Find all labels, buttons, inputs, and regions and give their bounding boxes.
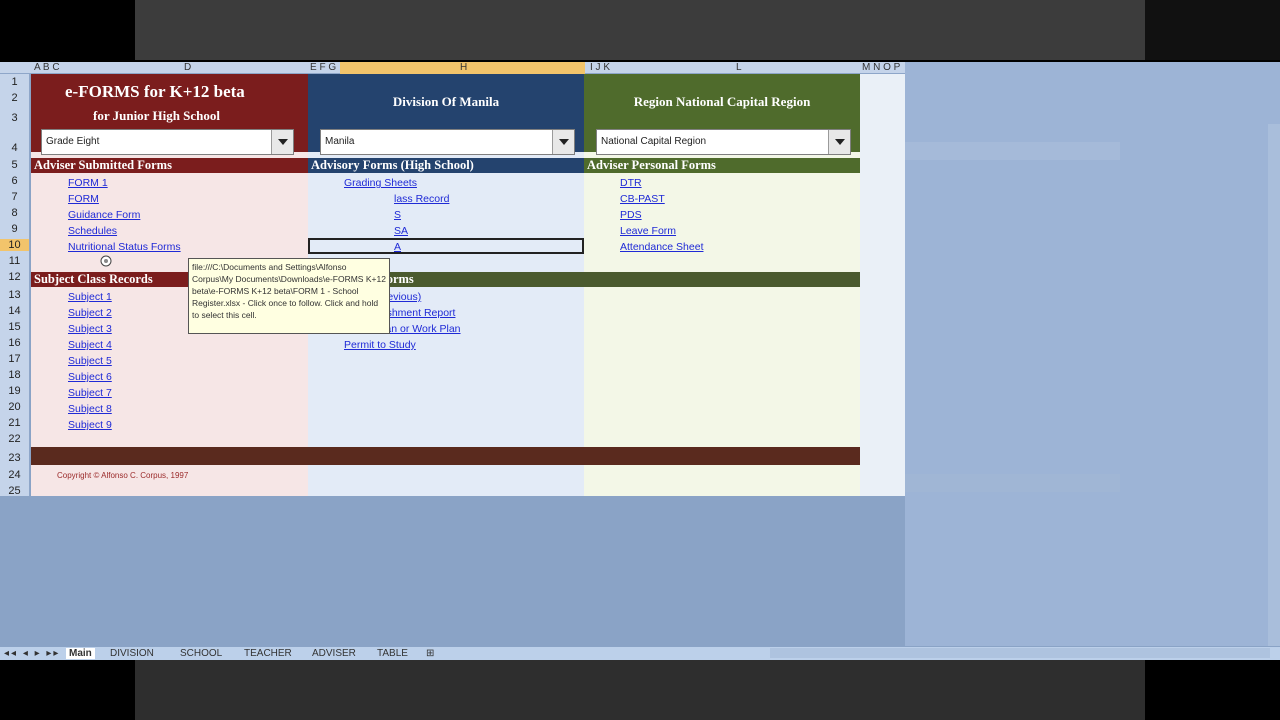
row-label[interactable]: 24	[0, 469, 29, 481]
link-subject-8[interactable]: Subject 8	[68, 403, 112, 415]
tab-teacher[interactable]: TEACHER	[244, 648, 292, 659]
link-subject-1[interactable]: Subject 1	[68, 291, 112, 303]
section-adviser-personal: Adviser Personal Forms	[584, 158, 860, 173]
background-corner	[1145, 0, 1280, 60]
row-label[interactable]: 3	[0, 112, 29, 124]
tab-adviser[interactable]: ADVISER	[312, 648, 356, 659]
row-label[interactable]: 7	[0, 191, 29, 203]
col-label[interactable]: D	[184, 62, 191, 74]
grade-select[interactable]: Grade Eight	[41, 129, 294, 155]
link-pds[interactable]: PDS	[620, 209, 642, 221]
link-subject-9[interactable]: Subject 9	[68, 419, 112, 431]
link-advisory-4[interactable]: SA	[394, 225, 408, 237]
link-form-1[interactable]: FORM 1	[68, 177, 108, 189]
row-label[interactable]: 21	[0, 417, 29, 429]
link-subject-5[interactable]: Subject 5	[68, 355, 112, 367]
link-subject-4[interactable]: Subject 4	[68, 339, 112, 351]
row-label[interactable]: 18	[0, 369, 29, 381]
column-header: A B C D E F G H I J K L M N O P	[0, 62, 905, 74]
row-label[interactable]: 12	[0, 271, 29, 283]
link-cb-past[interactable]: CB-PAST	[620, 193, 665, 205]
vertical-scrollbar[interactable]	[1268, 124, 1280, 660]
eforms-panel: e-FORMS for K+12 beta for Junior High Sc…	[31, 74, 905, 496]
section-adviser-submitted: Adviser Submitted Forms	[31, 158, 308, 173]
background-taskbar	[135, 660, 1145, 720]
row-label[interactable]: 13	[0, 289, 29, 301]
link-attendance-sheet[interactable]: Attendance Sheet	[620, 241, 703, 253]
link-guidance-form[interactable]: Guidance Form	[68, 209, 140, 221]
link-schedules[interactable]: Schedules	[68, 225, 117, 237]
tab-table[interactable]: TABLE	[377, 648, 408, 659]
row-label[interactable]: 22	[0, 433, 29, 445]
chevron-down-icon[interactable]	[828, 130, 850, 154]
hand-cursor-icon	[100, 255, 112, 267]
app-subtitle: for Junior High School	[93, 108, 221, 123]
division-select[interactable]: Manila	[320, 129, 575, 155]
link-nutritional-status[interactable]: Nutritional Status Forms	[68, 241, 181, 253]
row-label[interactable]: 23	[0, 452, 29, 464]
row-label[interactable]: 15	[0, 321, 29, 333]
tab-school[interactable]: SCHOOL	[180, 648, 222, 659]
section-advisory: Advisory Forms (High School)	[308, 158, 584, 173]
link-grading-sheets[interactable]: Grading Sheets	[344, 177, 417, 189]
row-label[interactable]: 11	[0, 255, 29, 267]
tab-division[interactable]: DIVISION	[110, 648, 154, 659]
link-permit-to-study[interactable]: Permit to Study	[344, 339, 416, 351]
link-leave-form[interactable]: Leave Form	[620, 225, 676, 237]
row-label[interactable]: 19	[0, 385, 29, 397]
link-subject-7[interactable]: Subject 7	[68, 387, 112, 399]
selected-cell[interactable]	[308, 238, 584, 254]
col-label[interactable]: A B C	[34, 62, 60, 74]
division-title: Division Of Manila	[392, 94, 500, 109]
link-advisory-3[interactable]: S	[394, 209, 401, 221]
row-label[interactable]: 20	[0, 401, 29, 413]
row-label[interactable]: 9	[0, 223, 29, 235]
worksheet[interactable]: A B C D E F G H I J K L M N O P 1 2 3 4 …	[0, 62, 1280, 660]
region-select-value: National Capital Region	[601, 136, 707, 147]
row-label[interactable]: 6	[0, 175, 29, 187]
app-title: e-FORMS for K+12 beta	[65, 82, 245, 101]
link-form-2[interactable]: FORM	[68, 193, 99, 205]
tab-main[interactable]: Main	[66, 648, 95, 659]
link-subject-6[interactable]: Subject 6	[68, 371, 112, 383]
region-title: Region National Capital Region	[633, 94, 811, 109]
row-label[interactable]: 17	[0, 353, 29, 365]
row-label[interactable]: 1	[0, 76, 29, 88]
col-label-selected[interactable]: H	[340, 62, 585, 74]
chevron-down-icon[interactable]	[552, 130, 574, 154]
row-label[interactable]: 16	[0, 337, 29, 349]
link-dtr[interactable]: DTR	[620, 177, 642, 189]
col-label[interactable]: L	[736, 62, 742, 74]
new-sheet-icon[interactable]: ⊞	[426, 648, 434, 659]
row-header: 1 2 3 4 5 6 7 8 9 10 11 12 13 14 15 16 1…	[0, 74, 30, 497]
col-label[interactable]: E F G	[310, 62, 336, 74]
chevron-down-icon[interactable]	[271, 130, 293, 154]
division-select-value: Manila	[325, 136, 355, 147]
row-label[interactable]: 5	[0, 159, 29, 171]
row-label[interactable]: 25	[0, 485, 29, 497]
footer-bar	[31, 447, 860, 465]
row-label[interactable]: 8	[0, 207, 29, 219]
hyperlink-tooltip: file:///C:\Documents and Settings\Alfons…	[188, 258, 390, 334]
region-select[interactable]: National Capital Region	[596, 129, 851, 155]
col-label[interactable]: I J K	[590, 62, 610, 74]
grade-select-value: Grade Eight	[46, 136, 100, 147]
row-label[interactable]: 14	[0, 305, 29, 317]
link-subject-3[interactable]: Subject 3	[68, 323, 112, 335]
link-class-record[interactable]: lass Record	[394, 193, 449, 205]
horizontal-scrollbar[interactable]	[770, 648, 1270, 658]
background-toolbar	[135, 0, 1145, 60]
row-label-selected[interactable]: 10	[0, 239, 29, 251]
copyright-text: Copyright © Alfonso C. Corpus, 1997	[57, 471, 189, 480]
section-stand-alone: Stand Alone Forms	[308, 272, 860, 287]
tab-nav-arrows-icon[interactable]: ◂◂ ◂ ▸ ▸▸	[4, 648, 60, 659]
row-label[interactable]: 4	[0, 142, 29, 154]
col-label[interactable]: M N O P	[862, 62, 900, 74]
row-label[interactable]: 2	[0, 92, 29, 104]
link-subject-2[interactable]: Subject 2	[68, 307, 112, 319]
